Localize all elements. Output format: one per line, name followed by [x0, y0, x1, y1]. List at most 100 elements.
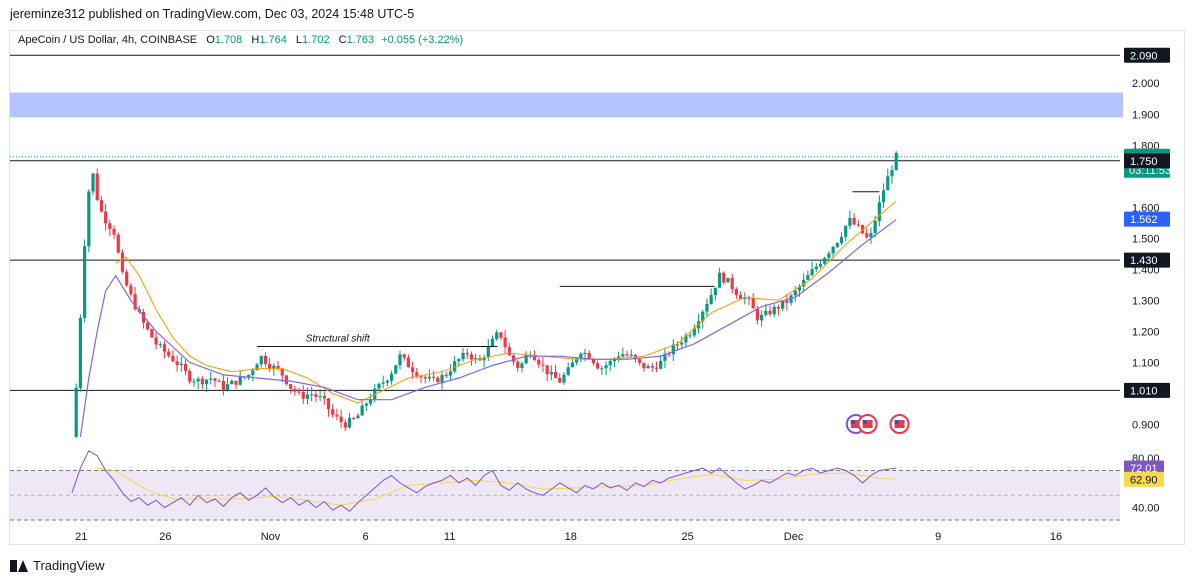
- candle-body: [457, 359, 461, 362]
- y-tick-label: 0.900: [1132, 419, 1160, 431]
- candle-body: [125, 271, 129, 286]
- x-tick-label: 6: [362, 531, 368, 543]
- candle-body: [280, 368, 284, 376]
- candle-body: [553, 372, 558, 378]
- price-label: 1.562: [1130, 214, 1158, 226]
- candle-body: [419, 376, 423, 378]
- candle-body: [810, 269, 814, 276]
- candle-body: [394, 365, 398, 374]
- y-tick-label: 1.400: [1132, 264, 1160, 276]
- y-tick-label: 1.300: [1132, 295, 1160, 307]
- candle-body: [204, 379, 209, 385]
- candle-body: [289, 384, 293, 389]
- candle-body: [116, 234, 120, 253]
- candle-body: [175, 361, 179, 365]
- tradingview-logo-icon: [10, 559, 28, 572]
- candle-body: [335, 414, 339, 417]
- candle-body: [423, 377, 427, 379]
- candle-body: [654, 367, 659, 369]
- candle-body: [389, 373, 394, 381]
- candle-body: [251, 370, 255, 375]
- candle-body: [171, 355, 175, 362]
- candle-body: [852, 217, 856, 225]
- candle-body: [865, 233, 869, 238]
- candle-body: [818, 263, 823, 267]
- x-tick-label: 25: [681, 531, 693, 543]
- candle-body: [541, 364, 545, 366]
- candle-body: [263, 356, 268, 364]
- candle-body: [293, 388, 297, 392]
- candle-body: [869, 233, 873, 238]
- candle-body: [894, 153, 898, 171]
- candle-body: [213, 378, 217, 381]
- candle-body: [196, 378, 200, 382]
- candle-body: [339, 416, 343, 423]
- candle-body: [255, 364, 259, 371]
- candle-body: [326, 398, 331, 410]
- candle-body: [154, 337, 158, 345]
- candle-body: [604, 365, 608, 369]
- candle-body: [465, 352, 469, 355]
- candle-body: [625, 354, 629, 356]
- candle-body: [827, 253, 831, 258]
- candle-body: [305, 394, 310, 399]
- candle-body: [377, 383, 381, 389]
- candle-body: [856, 224, 860, 226]
- candle-body: [495, 332, 499, 339]
- candle-body: [839, 236, 844, 243]
- candle-body: [751, 298, 755, 309]
- candle-body: [499, 332, 503, 338]
- candle-body: [415, 372, 419, 377]
- candle-body: [301, 391, 305, 399]
- candle-body: [587, 352, 591, 359]
- x-tick-label: 21: [75, 531, 87, 543]
- candle-body: [221, 380, 225, 390]
- candle-body: [844, 225, 848, 237]
- candle-body: [78, 317, 83, 388]
- candle-body: [717, 272, 722, 288]
- price-chart[interactable]: Structural shift2.0001.9001.8001.6001.50…: [0, 0, 1195, 585]
- candle-body: [314, 394, 318, 397]
- candle-body: [238, 376, 242, 385]
- candle-body: [398, 354, 402, 366]
- candle-body: [814, 266, 818, 270]
- candle-body: [318, 396, 322, 398]
- candle-body: [760, 314, 764, 321]
- candle-body: [806, 275, 810, 280]
- candle-body: [877, 202, 881, 221]
- moving-average-long: [79, 219, 897, 437]
- candle-body: [200, 378, 204, 385]
- candle-body: [650, 366, 654, 368]
- candle-body: [621, 354, 625, 357]
- candle-body: [385, 380, 389, 383]
- candle-body: [503, 337, 507, 348]
- candle-body: [150, 329, 154, 338]
- candle-body: [347, 418, 352, 428]
- candle-body: [638, 359, 642, 363]
- candle-body: [768, 310, 772, 315]
- y-tick-label: 1.500: [1132, 233, 1160, 245]
- candle-body: [310, 394, 314, 396]
- candle-body: [835, 242, 839, 247]
- x-tick-label: Dec: [784, 531, 804, 543]
- candle-body: [432, 376, 436, 378]
- candle-body: [406, 357, 410, 368]
- candle-body: [87, 191, 91, 247]
- candle-body: [461, 352, 465, 360]
- candle-body: [507, 347, 511, 356]
- candle-body: [95, 173, 99, 201]
- candle-body: [722, 272, 726, 283]
- candle-body: [448, 371, 453, 376]
- x-tick-label: 26: [159, 531, 171, 543]
- candle-body: [537, 360, 541, 365]
- candle-body: [146, 322, 150, 330]
- event-flag-icon-canton: [862, 420, 867, 424]
- candle-body: [781, 300, 785, 309]
- candle-body: [659, 360, 663, 369]
- candle-body: [516, 361, 520, 369]
- candle-body: [469, 354, 474, 360]
- candle-body: [562, 374, 566, 383]
- y-tick-label: 2.000: [1132, 78, 1160, 90]
- candle-body: [596, 363, 600, 369]
- candle-body: [225, 384, 230, 390]
